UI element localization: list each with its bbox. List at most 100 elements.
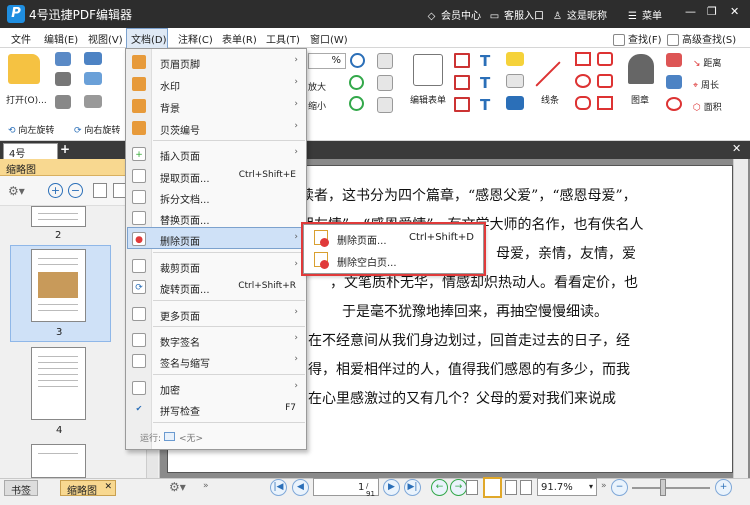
- maximize-button[interactable]: ❐: [707, 5, 717, 18]
- thumbnail-page-4[interactable]: [31, 347, 86, 420]
- menu-button[interactable]: ☰ 菜单: [626, 7, 662, 22]
- menu-item-background[interactable]: 背景 ›: [126, 95, 306, 117]
- menu-run-row[interactable]: 运行: <无>: [126, 426, 306, 448]
- polyline-tool-icon[interactable]: [597, 96, 613, 110]
- properties-icon[interactable]: [55, 95, 71, 109]
- continuous-facing-icon[interactable]: [520, 480, 532, 495]
- minimize-button[interactable]: —: [685, 5, 696, 18]
- lines-label[interactable]: 线条: [541, 93, 559, 106]
- status-gear-icon[interactable]: ⚙▾: [169, 480, 186, 494]
- first-page-icon[interactable]: |◀: [270, 479, 287, 496]
- print-icon[interactable]: [55, 72, 71, 86]
- close-button[interactable]: ✕: [730, 5, 739, 18]
- image-tool-icon[interactable]: [377, 75, 393, 91]
- single-page-icon[interactable]: [466, 480, 478, 495]
- user-profile-button[interactable]: ♙ 这是昵称: [551, 7, 607, 22]
- link-tool-icon[interactable]: [377, 97, 393, 113]
- attach-icon[interactable]: [506, 74, 524, 88]
- note-icon[interactable]: [506, 52, 524, 66]
- rotate-right-button[interactable]: ⟳ 向右旋转: [74, 123, 120, 136]
- menu-file[interactable]: 文件: [11, 31, 31, 46]
- zoom-out-label[interactable]: 缩小: [308, 99, 326, 112]
- continuous-page-icon[interactable]: [483, 477, 502, 498]
- stamp-icon[interactable]: [628, 54, 654, 84]
- menu-item-split-document[interactable]: 拆分文档...: [126, 186, 306, 208]
- member-center-button[interactable]: ◇ 会员中心: [425, 7, 481, 22]
- rotate-left-button[interactable]: ⟲ 向左旋转: [8, 123, 54, 136]
- ellipse-tool-icon[interactable]: [575, 74, 591, 88]
- submenu-item-delete-blank-pages[interactable]: 删除空白页...: [304, 249, 482, 271]
- refresh-icon[interactable]: [349, 75, 364, 90]
- rectangle-tool-icon[interactable]: [575, 52, 591, 66]
- zoom-slider-thumb[interactable]: [660, 479, 666, 496]
- thumb-rotate-left-icon[interactable]: [93, 183, 107, 198]
- zoom-slider-track[interactable]: [632, 487, 710, 489]
- menu-item-replace-page[interactable]: 替换页面...: [126, 207, 306, 229]
- menu-item-more-pages[interactable]: 更多页面 ›: [126, 303, 306, 325]
- menu-item-watermark[interactable]: 水印 ›: [126, 73, 306, 95]
- menu-document[interactable]: 文档(D): [131, 31, 167, 46]
- menu-tools[interactable]: 工具(T): [266, 31, 300, 46]
- thumbnails-tab[interactable]: 缩略图 ✕: [60, 480, 116, 497]
- cloud-tool-icon[interactable]: [575, 96, 591, 110]
- document-icon[interactable]: [84, 95, 102, 108]
- zoom-percent-field[interactable]: %: [308, 53, 346, 69]
- zoom-level-field[interactable]: 91.7% ▾: [537, 478, 597, 496]
- thumbnail-page-2[interactable]: [31, 206, 86, 227]
- thumbnail-page-3[interactable]: [31, 249, 86, 322]
- page-number-field[interactable]: 1/ 91: [313, 478, 379, 498]
- new-tab-icon[interactable]: +: [60, 142, 70, 156]
- menu-item-rotate-page[interactable]: ⟳ 旋转页面... Ctrl+Shift+R: [126, 276, 306, 298]
- menu-item-crop-page[interactable]: 裁剪页面 ›: [126, 255, 306, 277]
- service-entry-button[interactable]: ▭ 客服入口: [488, 7, 544, 22]
- bookmarks-tab[interactable]: 书签: [4, 480, 38, 497]
- pencil-icon[interactable]: [666, 75, 682, 89]
- save-icon[interactable]: [55, 52, 71, 66]
- find-button[interactable]: 查找(F): [613, 31, 662, 46]
- menu-item-sign-initials[interactable]: 签名与缩写 ›: [126, 350, 306, 372]
- zoom-in-label[interactable]: 放大: [308, 80, 326, 93]
- menu-annotation[interactable]: 注释(C): [178, 31, 213, 46]
- thumbnail-page-5[interactable]: [31, 444, 86, 478]
- thumb-zoom-out-icon[interactable]: −: [68, 183, 83, 198]
- zoom-in-status-icon[interactable]: +: [715, 479, 732, 496]
- zoom-in-icon[interactable]: [350, 53, 365, 68]
- document-scrollbar[interactable]: [733, 159, 748, 478]
- image-icon[interactable]: [84, 72, 102, 85]
- email-icon[interactable]: [84, 52, 102, 65]
- menu-item-digital-signature[interactable]: 数字签名 ›: [126, 329, 306, 351]
- perimeter-tool[interactable]: ⌖ 周长: [693, 78, 719, 91]
- tab-close-icon[interactable]: ✕: [104, 482, 112, 492]
- menu-item-encrypt[interactable]: 加密 ›: [126, 377, 306, 399]
- callout-icon[interactable]: T: [480, 96, 497, 114]
- close-tab-icon[interactable]: ✕: [732, 142, 741, 155]
- no-entry-icon[interactable]: [666, 97, 682, 111]
- forward-icon[interactable]: →: [450, 479, 467, 496]
- redo-icon[interactable]: [349, 96, 364, 111]
- menu-form[interactable]: 表单(R): [222, 31, 257, 46]
- expand-icon[interactable]: »: [203, 481, 209, 491]
- zoom-out-status-icon[interactable]: −: [611, 479, 628, 496]
- form-field-icon[interactable]: [454, 53, 470, 68]
- last-page-icon[interactable]: ▶|: [404, 479, 421, 496]
- distance-tool[interactable]: ↘ 距离: [693, 56, 721, 69]
- menu-window[interactable]: 窗口(W): [310, 31, 348, 46]
- edit-form-icon[interactable]: [413, 54, 443, 86]
- back-icon[interactable]: ←: [431, 479, 448, 496]
- submenu-item-delete-pages[interactable]: 删除页面... Ctrl+Shift+D: [304, 227, 482, 249]
- typewriter-icon[interactable]: T: [480, 52, 497, 70]
- menu-view[interactable]: 视图(V): [88, 31, 123, 46]
- checkbox-field-icon[interactable]: [454, 75, 470, 90]
- document-tab[interactable]: 4号: [3, 143, 58, 160]
- prev-page-icon[interactable]: ◀: [292, 479, 309, 496]
- area-tool[interactable]: ⬡ 面积: [693, 100, 722, 113]
- edit-form-label[interactable]: 编辑表单: [410, 93, 446, 106]
- menu-edit[interactable]: 编辑(E): [44, 31, 78, 46]
- menu-item-insert-page[interactable]: + 插入页面 ›: [126, 143, 306, 165]
- menu-item-spell-check[interactable]: ✔ 拼写检查 F7: [126, 398, 306, 420]
- textbox-icon[interactable]: T: [480, 74, 497, 92]
- menu-item-extract-page[interactable]: 提取页面... Ctrl+Shift+E: [126, 165, 306, 187]
- facing-page-icon[interactable]: [505, 480, 517, 495]
- menu-item-bates-numbering[interactable]: 贝茨编号 ›: [126, 117, 306, 139]
- expand-icon[interactable]: »: [601, 481, 607, 491]
